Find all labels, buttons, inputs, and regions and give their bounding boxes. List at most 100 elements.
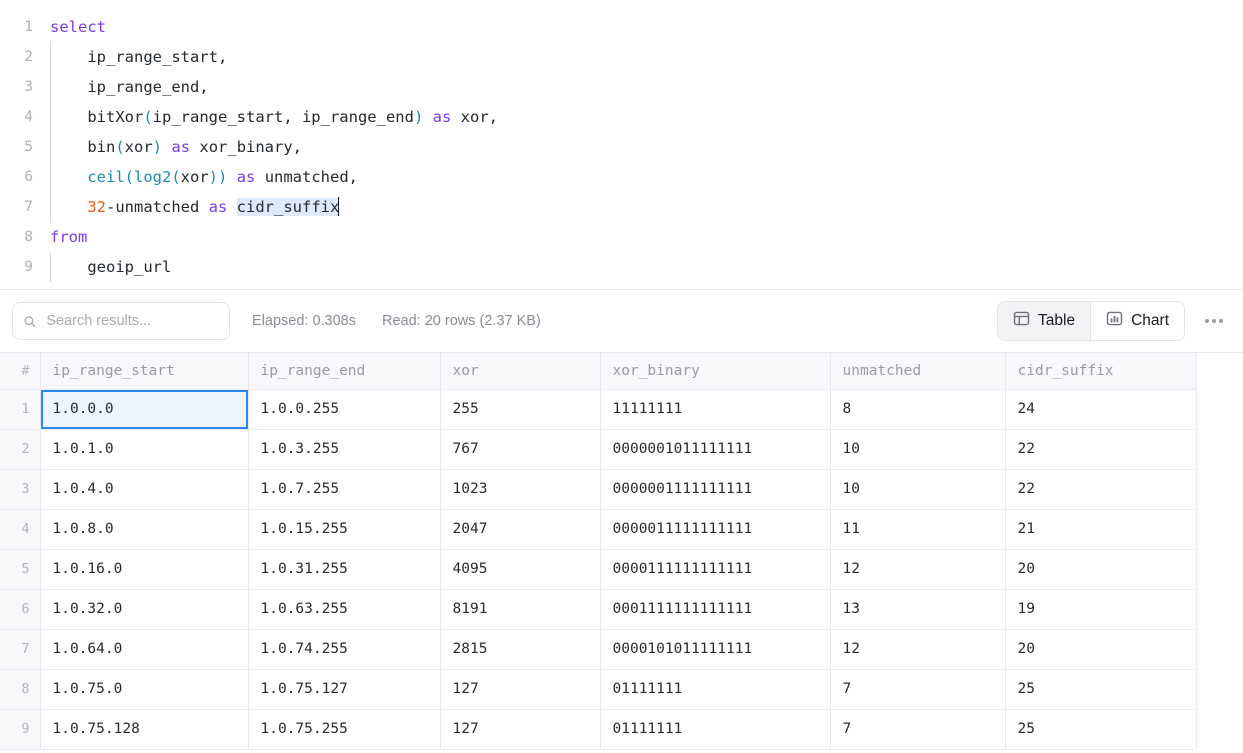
tab-table[interactable]: Table xyxy=(998,302,1090,340)
cell-unmatched[interactable]: 12 xyxy=(830,629,1005,669)
cell-unmatched[interactable]: 11 xyxy=(830,509,1005,549)
code-line[interactable]: 6 ceil(log2(xor)) as unmatched, xyxy=(0,162,1243,192)
table-row: 41.0.8.01.0.15.2552047000001111111111111… xyxy=(0,509,1196,549)
cell-xor[interactable]: 2047 xyxy=(440,509,600,549)
code-line[interactable]: 7 32-unmatched as cidr_suffix xyxy=(0,192,1243,222)
column-header-unmatched[interactable]: unmatched xyxy=(830,353,1005,389)
cell-unmatched[interactable]: 10 xyxy=(830,469,1005,509)
code-token: ( xyxy=(143,108,152,126)
line-number: 1 xyxy=(0,12,33,42)
cell-ip_range_start[interactable]: 1.0.16.0 xyxy=(40,549,248,589)
cell-xor[interactable]: 2815 xyxy=(440,629,600,669)
code-token: unmatched, xyxy=(255,168,358,186)
cell-ip_range_end[interactable]: 1.0.15.255 xyxy=(248,509,440,549)
cell-ip_range_start[interactable]: 1.0.1.0 xyxy=(40,429,248,469)
more-options-button[interactable] xyxy=(1199,306,1229,336)
table-row: 31.0.4.01.0.7.25510230000001111111111102… xyxy=(0,469,1196,509)
cell-cidr_suffix[interactable]: 20 xyxy=(1005,629,1196,669)
cell-xor_binary[interactable]: 0000011111111111 xyxy=(600,509,830,549)
cell-ip_range_start[interactable]: 1.0.8.0 xyxy=(40,509,248,549)
table-body: 11.0.0.01.0.0.2552551111111182421.0.1.01… xyxy=(0,389,1196,749)
code-token: geoip_url xyxy=(50,258,171,276)
column-header-xor[interactable]: xor xyxy=(440,353,600,389)
code-token: ( xyxy=(171,168,180,186)
column-header-ip_range_start[interactable]: ip_range_start xyxy=(40,353,248,389)
search-results-box[interactable] xyxy=(12,302,230,340)
code-line[interactable]: 1 select xyxy=(0,12,1243,42)
cell-cidr_suffix[interactable]: 25 xyxy=(1005,709,1196,749)
cell-xor[interactable]: 4095 xyxy=(440,549,600,589)
cell-unmatched[interactable]: 10 xyxy=(830,429,1005,469)
cell-xor[interactable]: 255 xyxy=(440,389,600,429)
cell-xor[interactable]: 1023 xyxy=(440,469,600,509)
results-grid[interactable]: #ip_range_startip_range_endxorxor_binary… xyxy=(0,352,1243,753)
tab-chart[interactable]: Chart xyxy=(1090,302,1184,340)
cell-ip_range_start[interactable]: 1.0.75.0 xyxy=(40,669,248,709)
cell-xor_binary[interactable]: 0000101011111111 xyxy=(600,629,830,669)
search-input[interactable] xyxy=(44,312,219,330)
cell-cidr_suffix[interactable]: 20 xyxy=(1005,549,1196,589)
cell-unmatched[interactable]: 8 xyxy=(830,389,1005,429)
table-row: 71.0.64.01.0.74.255281500001010111111111… xyxy=(0,629,1196,669)
cell-ip_range_end[interactable]: 1.0.7.255 xyxy=(248,469,440,509)
code-line[interactable]: 4 bitXor(ip_range_start, ip_range_end) a… xyxy=(0,102,1243,132)
cell-ip_range_start[interactable]: 1.0.75.128 xyxy=(40,709,248,749)
cell-xor_binary[interactable]: 0000001111111111 xyxy=(600,469,830,509)
column-header-ip_range_end[interactable]: ip_range_end xyxy=(248,353,440,389)
code-token: ) xyxy=(153,138,162,156)
cell-xor_binary[interactable]: 0001111111111111 xyxy=(600,589,830,629)
cell-xor_binary[interactable]: 01111111 xyxy=(600,669,830,709)
cell-xor[interactable]: 8191 xyxy=(440,589,600,629)
row-index: 9 xyxy=(0,709,40,749)
code-line[interactable]: 9 geoip_url xyxy=(0,252,1243,282)
cell-ip_range_end[interactable]: 1.0.31.255 xyxy=(248,549,440,589)
cell-ip_range_end[interactable]: 1.0.63.255 xyxy=(248,589,440,629)
cell-xor_binary[interactable]: 01111111 xyxy=(600,709,830,749)
search-icon xyxy=(23,314,36,329)
code-token: ( xyxy=(125,168,134,186)
cell-xor[interactable]: 767 xyxy=(440,429,600,469)
cell-cidr_suffix[interactable]: 22 xyxy=(1005,469,1196,509)
column-header-xor_binary[interactable]: xor_binary xyxy=(600,353,830,389)
cell-ip_range_start[interactable]: 1.0.32.0 xyxy=(40,589,248,629)
row-index: 6 xyxy=(0,589,40,629)
ellipsis-dot-icon xyxy=(1212,319,1216,323)
code-line[interactable]: 2 ip_range_start, xyxy=(0,42,1243,72)
cell-xor_binary[interactable]: 0000001011111111 xyxy=(600,429,830,469)
cell-ip_range_start[interactable]: 1.0.64.0 xyxy=(40,629,248,669)
code-token: log2 xyxy=(134,168,171,186)
cell-unmatched[interactable]: 12 xyxy=(830,549,1005,589)
code-text: geoip_url xyxy=(50,252,171,282)
row-index: 1 xyxy=(0,389,40,429)
code-line[interactable]: 8from xyxy=(0,222,1243,252)
cell-xor[interactable]: 127 xyxy=(440,669,600,709)
cell-cidr_suffix[interactable]: 19 xyxy=(1005,589,1196,629)
code-token: select xyxy=(50,18,106,36)
cell-unmatched[interactable]: 7 xyxy=(830,669,1005,709)
cell-xor_binary[interactable]: 0000111111111111 xyxy=(600,549,830,589)
table-icon xyxy=(1013,310,1030,332)
cell-ip_range_start[interactable]: 1.0.4.0 xyxy=(40,469,248,509)
cell-xor[interactable]: 127 xyxy=(440,709,600,749)
code-line[interactable]: 3 ip_range_end, xyxy=(0,72,1243,102)
sql-editor[interactable]: 1 select 2 ip_range_start,3 ip_range_end,4… xyxy=(0,0,1243,290)
code-line[interactable]: 5 bin(xor) as xor_binary, xyxy=(0,132,1243,162)
chart-icon xyxy=(1106,310,1123,332)
cell-ip_range_start[interactable]: 1.0.0.0 xyxy=(40,389,248,429)
line-number: 6 xyxy=(0,162,33,192)
cell-cidr_suffix[interactable]: 24 xyxy=(1005,389,1196,429)
cell-xor_binary[interactable]: 11111111 xyxy=(600,389,830,429)
cell-ip_range_end[interactable]: 1.0.75.127 xyxy=(248,669,440,709)
cell-cidr_suffix[interactable]: 25 xyxy=(1005,669,1196,709)
cell-ip_range_end[interactable]: 1.0.74.255 xyxy=(248,629,440,669)
cell-cidr_suffix[interactable]: 21 xyxy=(1005,509,1196,549)
text-caret xyxy=(338,197,339,216)
cell-unmatched[interactable]: 7 xyxy=(830,709,1005,749)
cell-ip_range_end[interactable]: 1.0.75.255 xyxy=(248,709,440,749)
cell-ip_range_end[interactable]: 1.0.0.255 xyxy=(248,389,440,429)
cell-unmatched[interactable]: 13 xyxy=(830,589,1005,629)
column-header-index[interactable]: # xyxy=(0,353,40,389)
cell-ip_range_end[interactable]: 1.0.3.255 xyxy=(248,429,440,469)
column-header-cidr_suffix[interactable]: cidr_suffix xyxy=(1005,353,1196,389)
cell-cidr_suffix[interactable]: 22 xyxy=(1005,429,1196,469)
